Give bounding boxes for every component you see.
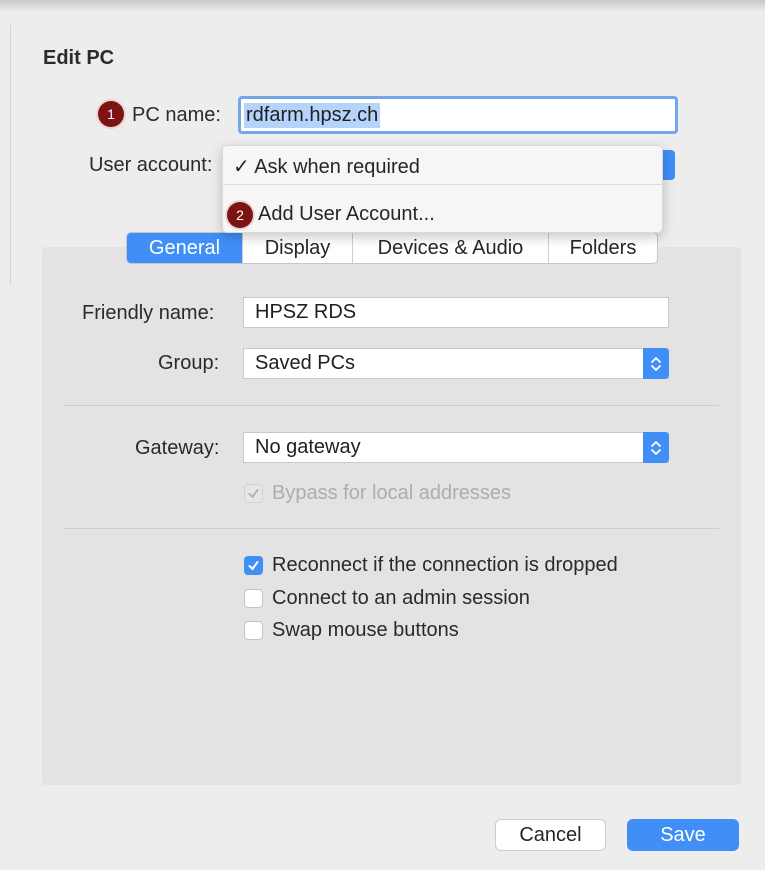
save-button[interactable]: Save xyxy=(627,819,739,851)
pc-name-label: PC name: xyxy=(132,104,221,126)
tab-bar: General Display Devices & Audio Folders xyxy=(126,232,658,264)
friendly-name-input[interactable]: HPSZ RDS xyxy=(243,297,669,328)
menu-separator xyxy=(223,184,662,185)
window-top-shadow xyxy=(0,0,765,12)
step-badge-1: 1 xyxy=(98,101,124,127)
checkmark-icon: ✓ xyxy=(233,156,250,178)
admin-session-label: Connect to an admin session xyxy=(272,587,530,609)
updown-chevron-icon xyxy=(651,440,661,455)
updown-chevron-icon xyxy=(651,356,661,371)
swap-mouse-label: Swap mouse buttons xyxy=(272,619,459,641)
dialog-title: Edit PC xyxy=(43,47,115,69)
tab-general[interactable]: General xyxy=(127,233,243,263)
window-left-edge xyxy=(10,25,11,285)
menu-item-ask-when-required[interactable]: ✓ Ask when required xyxy=(233,154,420,179)
pc-name-value: rdfarm.hpsz.ch xyxy=(244,102,381,128)
group-select-stepper[interactable] xyxy=(643,348,669,379)
pc-name-input[interactable]: rdfarm.hpsz.ch xyxy=(238,96,678,134)
checkmark-icon xyxy=(248,561,259,570)
user-account-menu: ✓ Ask when required 2 Add User Account..… xyxy=(222,145,663,233)
gateway-label: Gateway: xyxy=(135,437,220,459)
admin-session-checkbox[interactable] xyxy=(244,589,263,608)
gateway-select[interactable]: No gateway xyxy=(243,432,669,463)
menu-item-add-user-account[interactable]: Add User Account... xyxy=(258,203,435,226)
group-label: Group: xyxy=(158,352,220,374)
gateway-select-stepper[interactable] xyxy=(643,432,669,463)
cancel-button[interactable]: Cancel xyxy=(495,819,606,851)
group-select[interactable]: Saved PCs xyxy=(243,348,669,379)
menu-item-label: Ask when required xyxy=(254,156,420,178)
reconnect-label: Reconnect if the connection is dropped xyxy=(272,554,618,576)
tab-display[interactable]: Display xyxy=(243,233,353,263)
step-badge-2: 2 xyxy=(227,202,253,228)
gateway-select-value: No gateway xyxy=(255,436,361,458)
tab-devices-audio[interactable]: Devices & Audio xyxy=(353,233,549,263)
tab-folders[interactable]: Folders xyxy=(549,233,657,263)
reconnect-checkbox[interactable] xyxy=(244,556,263,575)
bypass-label: Bypass for local addresses xyxy=(272,482,512,504)
group-select-value: Saved PCs xyxy=(255,352,356,374)
section-divider xyxy=(64,528,719,529)
swap-mouse-checkbox[interactable] xyxy=(244,621,263,640)
section-divider xyxy=(64,405,719,406)
friendly-name-label: Friendly name: xyxy=(82,302,215,324)
checkmark-icon xyxy=(248,489,259,498)
user-account-label: User account: xyxy=(89,154,213,176)
bypass-checkbox[interactable] xyxy=(244,484,263,503)
